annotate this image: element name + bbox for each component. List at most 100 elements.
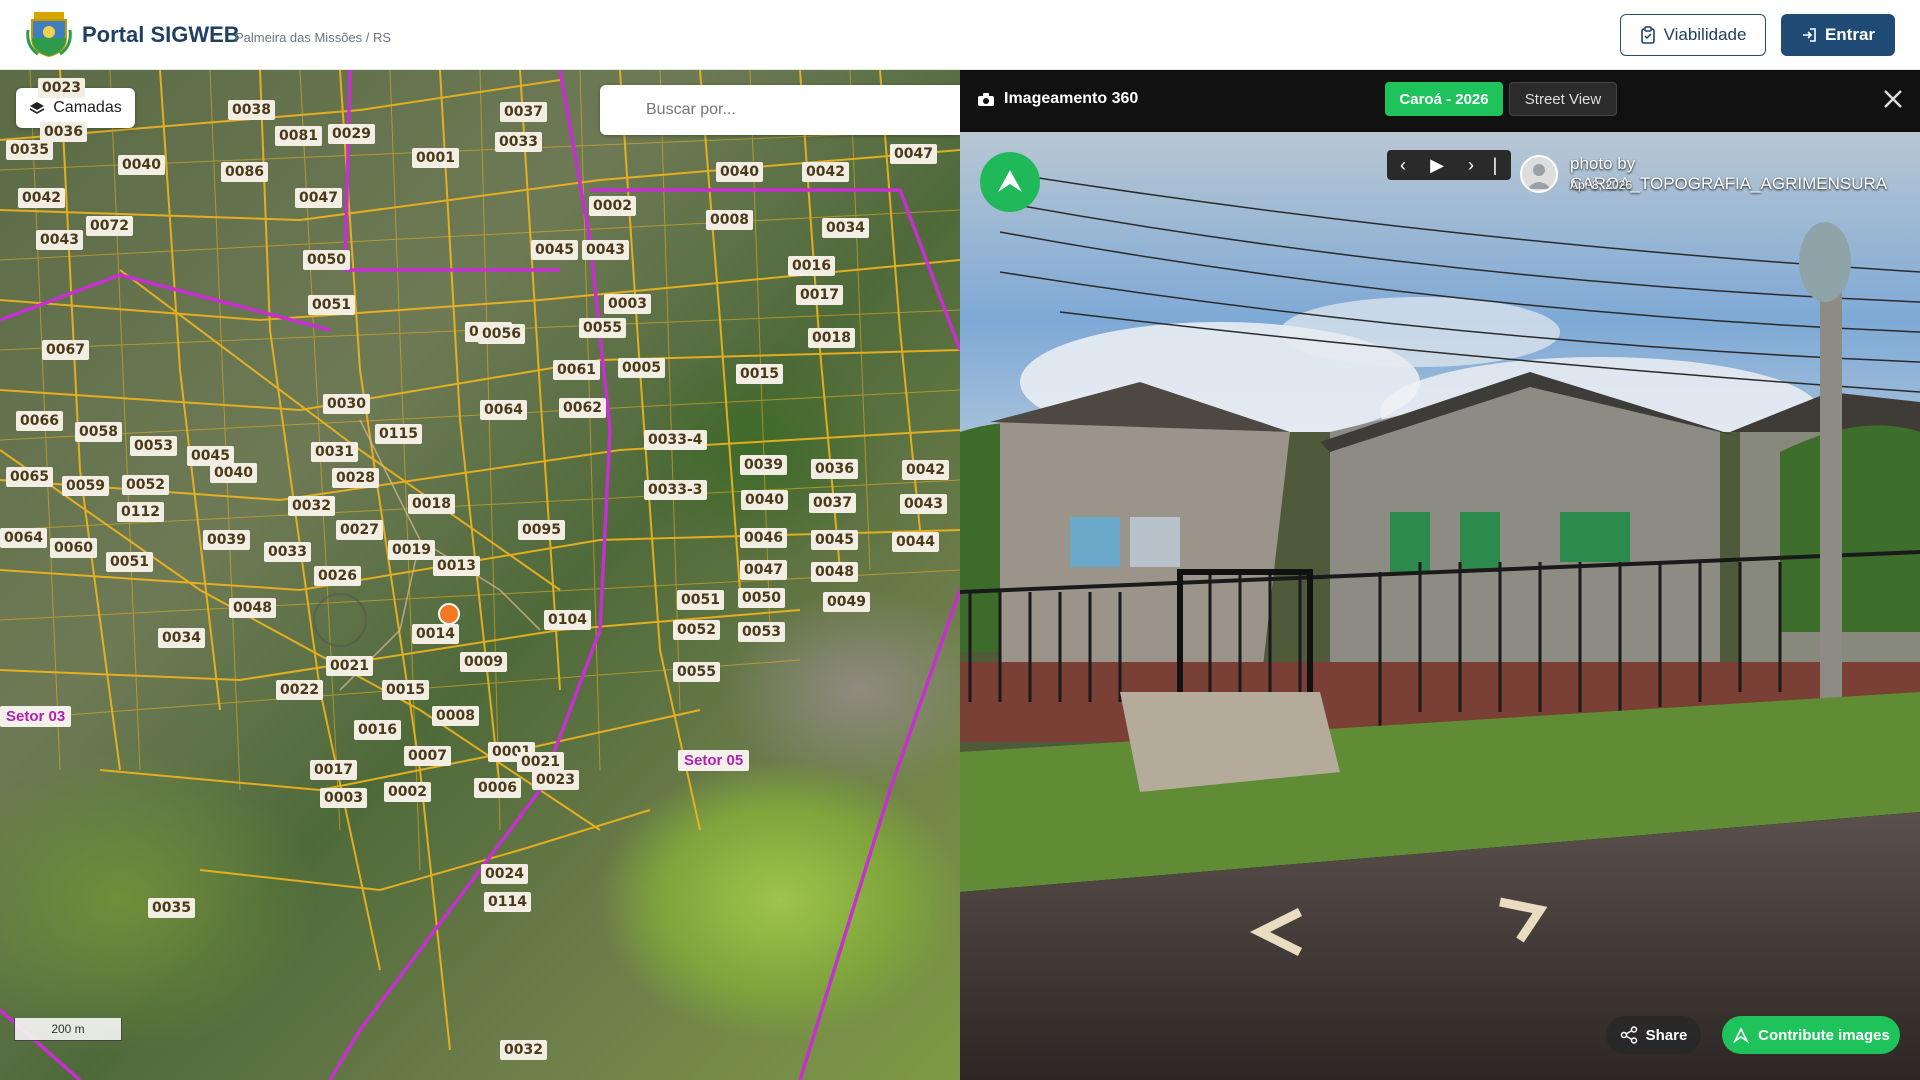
parcel-label: 0001 bbox=[412, 148, 459, 168]
camera-icon bbox=[978, 92, 994, 106]
parcel-label: 0008 bbox=[706, 210, 753, 230]
parcel-label: 0009 bbox=[460, 652, 507, 672]
tab-street-view[interactable]: Street View bbox=[1509, 82, 1617, 116]
panorama-view[interactable]: ‹ ▶ › | photo by CAROA_TOPOGRAFIA_AGRIME… bbox=[960, 132, 1920, 1080]
photo-date: Apr 8, 2026 bbox=[1570, 178, 1633, 192]
parcel-label: 0035 bbox=[148, 898, 195, 918]
parcel-label: 0040 bbox=[118, 155, 165, 175]
sequence-controls: ‹ ▶ › | bbox=[1387, 150, 1511, 180]
parcel-label: 0048 bbox=[811, 562, 858, 582]
parcel-label: 0064 bbox=[0, 528, 47, 548]
parcel-label: 0042 bbox=[18, 188, 65, 208]
parcel-label: 0027 bbox=[336, 520, 383, 540]
parcel-label: 0051 bbox=[308, 295, 355, 315]
parcel-label: 0037 bbox=[809, 493, 856, 513]
parcel-label: 0067 bbox=[42, 340, 89, 360]
parcel-label: 0045 bbox=[531, 240, 578, 260]
parcel-label: 0024 bbox=[481, 864, 528, 884]
parcel-label: 0040 bbox=[210, 463, 257, 483]
parcel-label: 0065 bbox=[6, 467, 53, 487]
parcel-label: 0046 bbox=[740, 528, 787, 548]
parcel-label: 0013 bbox=[433, 556, 480, 576]
compass-icon bbox=[998, 170, 1022, 192]
play-icon[interactable]: ▶ bbox=[1421, 150, 1453, 180]
parcel-label: 0053 bbox=[130, 436, 177, 456]
parcel-label: 0036 bbox=[811, 459, 858, 479]
parcel-label: 0050 bbox=[738, 588, 785, 608]
share-button[interactable]: Share bbox=[1606, 1016, 1701, 1054]
parcel-label: 0014 bbox=[412, 624, 459, 644]
close-icon[interactable] bbox=[1880, 86, 1906, 112]
parcel-label: 0023 bbox=[532, 770, 579, 790]
parcel-label: 0059 bbox=[62, 476, 109, 496]
parcel-label: 0017 bbox=[310, 760, 357, 780]
map-panel[interactable]: Camadas 0023 0038 0036 0081 0029 0035 0040 0086… bbox=[0, 70, 960, 1080]
parcel-label: 0034 bbox=[158, 628, 205, 648]
parcel-label: 0052 bbox=[673, 620, 720, 640]
parcel-label: 0015 bbox=[736, 364, 783, 384]
parcel-label: 0035 bbox=[6, 140, 53, 160]
parcel-label: 0005 bbox=[618, 358, 665, 378]
parcel-label: 0043 bbox=[36, 230, 83, 250]
parcel-label: 0018 bbox=[808, 328, 855, 348]
parcel-label: 0039 bbox=[740, 455, 787, 475]
parcel-label: 0056 bbox=[478, 324, 525, 344]
parcel-label: 0104 bbox=[544, 610, 591, 630]
tab-caroa-2026[interactable]: Caroá - 2026 bbox=[1385, 82, 1503, 116]
parcel-label: 0061 bbox=[553, 360, 600, 380]
parcel-label: 0006 bbox=[474, 778, 521, 798]
login-icon bbox=[1802, 28, 1816, 42]
parcel-label: 0040 bbox=[741, 490, 788, 510]
parcel-label: 0039 bbox=[203, 530, 250, 550]
search-box[interactable] bbox=[600, 85, 960, 135]
contribute-label: Contribute images bbox=[1758, 1026, 1890, 1044]
chevron-right-icon[interactable]: › bbox=[1455, 150, 1487, 180]
contribute-images-button[interactable]: Contribute images bbox=[1722, 1016, 1900, 1054]
layers-label: Camadas bbox=[53, 99, 122, 116]
parcel-label: 0064 bbox=[480, 400, 527, 420]
parcel-label: 0032 bbox=[288, 496, 335, 516]
chevron-left-icon[interactable]: ‹ bbox=[1387, 150, 1419, 180]
parcel-label: 0033 bbox=[264, 542, 311, 562]
parcel-label: 0114 bbox=[484, 892, 531, 912]
timeline-handle[interactable]: | bbox=[1485, 150, 1505, 180]
parcel-label: 0040 bbox=[716, 162, 763, 182]
parcel-label: 0112 bbox=[117, 502, 164, 522]
coat-of-arms-logo[interactable] bbox=[26, 10, 72, 58]
parcel-label: 0003 bbox=[320, 788, 367, 808]
parcel-label: 0042 bbox=[802, 162, 849, 182]
parcel-label: 0042 bbox=[902, 460, 949, 480]
viewer-title-text: Imageamento 360 bbox=[1004, 90, 1139, 107]
compass-button[interactable] bbox=[980, 152, 1040, 212]
street-panorama-image bbox=[960, 132, 1920, 1080]
parcel-label: 0043 bbox=[582, 240, 629, 260]
parcel-label: 0053 bbox=[738, 622, 785, 642]
entrar-button[interactable]: Entrar bbox=[1781, 14, 1895, 56]
parcel-label: 0047 bbox=[890, 144, 937, 164]
parcel-label: 0055 bbox=[673, 662, 720, 682]
parcel-label: 0029 bbox=[328, 124, 375, 144]
search-input[interactable] bbox=[644, 85, 948, 135]
parcel-label: 0033-4 bbox=[644, 430, 707, 450]
location-marker[interactable] bbox=[438, 603, 460, 625]
imagery-360-panel: Imageamento 360 Caroá - 2026 Street View bbox=[960, 70, 1920, 1080]
avatar[interactable] bbox=[1520, 155, 1558, 193]
parcel-label: 0047 bbox=[295, 188, 342, 208]
clipboard-icon bbox=[1640, 26, 1655, 44]
viabilidade-button[interactable]: Viabilidade bbox=[1620, 14, 1766, 56]
parcel-label: 0052 bbox=[122, 475, 169, 495]
parcel-label: 0018 bbox=[408, 494, 455, 514]
parcel-label: 0008 bbox=[432, 706, 479, 726]
parcel-label: 0086 bbox=[221, 162, 268, 182]
layers-icon bbox=[29, 102, 45, 114]
parcel-label: 0072 bbox=[86, 216, 133, 236]
parcel-label: 0051 bbox=[106, 552, 153, 572]
parcel-label: 0034 bbox=[822, 218, 869, 238]
parcel-label: 0023 bbox=[38, 78, 85, 98]
parcel-label: 0016 bbox=[354, 720, 401, 740]
parcel-label: 0047 bbox=[740, 560, 787, 580]
parcel-label: 0055 bbox=[579, 318, 626, 338]
scale-bar: 200 m bbox=[14, 1018, 122, 1041]
parcel-label: 0021 bbox=[326, 656, 373, 676]
parcel-label: 0033-3 bbox=[644, 480, 707, 500]
